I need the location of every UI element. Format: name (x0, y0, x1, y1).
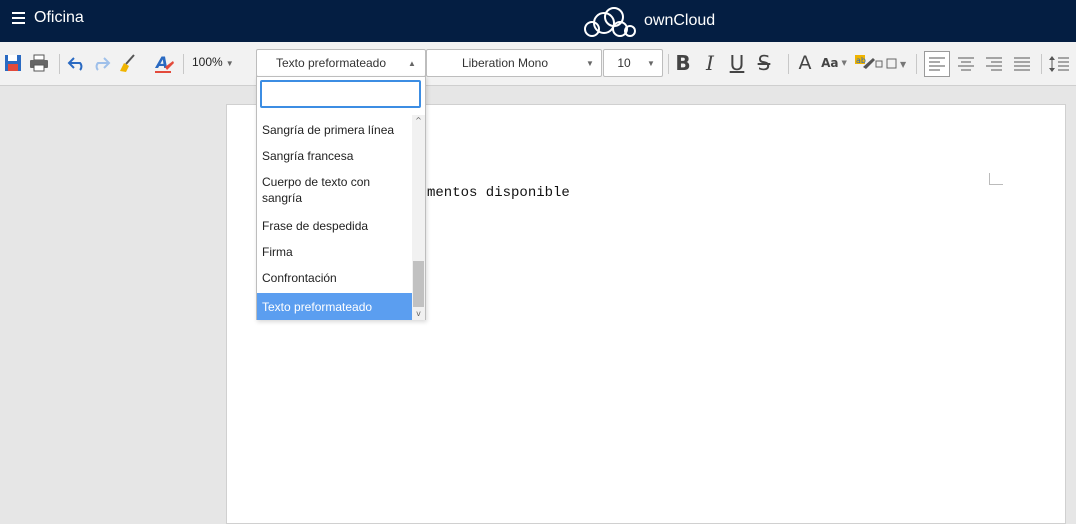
font-color-icon[interactable]: ▼ (884, 52, 910, 74)
margin-marker (989, 173, 1003, 185)
dropdown-scrollbar[interactable]: ^ v (412, 115, 425, 320)
list-item[interactable]: Confrontación (257, 267, 412, 289)
paragraph-style-select[interactable]: Texto preformateado ▲ (256, 49, 426, 77)
document-text[interactable]: mentos disponible (427, 185, 570, 201)
highlight-color-icon[interactable]: ab (852, 52, 884, 74)
top-bar: Oficina ownCloud (0, 0, 1076, 42)
paint-format-icon[interactable]: A (152, 52, 176, 74)
font-name-value: Liberation Mono (461, 56, 549, 70)
chevron-up-icon: ▲ (408, 58, 416, 68)
bold-icon[interactable]: B (672, 51, 694, 75)
strikethrough-icon[interactable]: S (754, 51, 774, 75)
underline-icon[interactable]: U (726, 51, 748, 75)
list-item[interactable]: Firma (257, 241, 412, 263)
zoom-value: 100% (192, 55, 223, 69)
list-item[interactable]: Cuerpo de texto con sangría (257, 171, 412, 209)
paragraph-style-dropdown: Sangría de primera línea Sangría frances… (256, 76, 426, 320)
print-icon[interactable] (28, 53, 50, 73)
zoom-control[interactable]: 100% ▼ (192, 55, 234, 69)
font-size-select[interactable]: 10 ▼ (603, 49, 663, 77)
italic-icon[interactable]: I (700, 51, 720, 75)
font-name-select[interactable]: Liberation Mono ▼ (426, 49, 602, 77)
redo-icon[interactable] (90, 53, 112, 73)
grow-font-icon[interactable]: A (795, 52, 815, 74)
chevron-down-icon: ▼ (586, 58, 594, 68)
scrollbar-thumb[interactable] (413, 261, 424, 307)
align-left-icon[interactable] (924, 51, 950, 77)
svg-text:ab: ab (856, 56, 866, 65)
scroll-up-icon[interactable]: ^ (412, 115, 425, 127)
list-item[interactable]: Frase de despedida (257, 215, 412, 237)
scroll-down-icon[interactable]: v (412, 308, 425, 320)
list-item[interactable]: Sangría francesa (257, 145, 412, 167)
document-area[interactable]: mentos disponible (0, 86, 1076, 524)
cloud-logo-icon (584, 7, 636, 37)
menu-icon[interactable] (12, 12, 26, 26)
list-item-selected[interactable]: Texto preformateado (257, 293, 412, 320)
style-list: Sangría de primera línea Sangría frances… (257, 115, 412, 321)
paragraph-style-value: Texto preformateado (275, 56, 387, 70)
chevron-down-icon: ▼ (647, 58, 655, 68)
app-title: Oficina (34, 9, 84, 26)
line-spacing-icon[interactable] (1046, 52, 1072, 76)
change-case-icon[interactable]: Aa ▼ (819, 54, 849, 72)
chevron-down-icon: ▼ (225, 59, 234, 68)
brand-logo[interactable]: ownCloud (576, 3, 715, 39)
align-right-icon[interactable] (982, 52, 1006, 76)
brand-name: ownCloud (644, 12, 716, 29)
style-search-input[interactable] (260, 80, 421, 108)
align-center-icon[interactable] (954, 52, 978, 76)
font-size-value: 10 (617, 56, 631, 70)
save-icon[interactable] (3, 53, 23, 73)
svg-text:▼: ▼ (900, 60, 907, 69)
undo-icon[interactable] (66, 53, 88, 73)
list-item[interactable]: Sangría de primera línea (257, 119, 412, 141)
clear-formatting-icon[interactable] (116, 52, 138, 74)
svg-text:A: A (154, 53, 168, 72)
justify-icon[interactable] (1010, 52, 1034, 76)
